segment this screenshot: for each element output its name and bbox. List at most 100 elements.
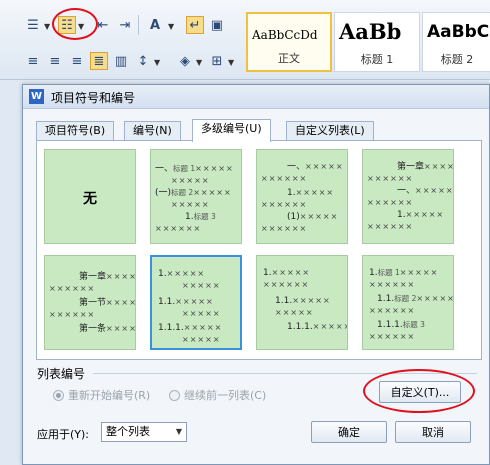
placeholder-marks: ××××××: [369, 306, 416, 315]
increase-indent-icon[interactable]: ⇥: [116, 16, 134, 34]
level-2-number: 第一节: [79, 298, 107, 308]
list-style-chinese-arabic[interactable]: 一、××××× ×××××× 1.××××× ×××××× (1)××××× ×…: [256, 149, 348, 244]
apply-to-select[interactable]: 整个列表 ▼: [101, 422, 187, 442]
dialog-title: 项目符号和编号: [51, 91, 136, 105]
list-style-heading-chinese[interactable]: 一、标题 1××××× ××××× (一)标题 2××××× ××××× 1.标…: [150, 149, 242, 244]
radio-indicator: [169, 389, 180, 401]
level-1-heading: 标题 1: [173, 164, 196, 173]
placeholder-marks: ×××××: [405, 210, 445, 219]
placeholder-marks: ×××××: [106, 324, 135, 333]
list-style-indented-outline[interactable]: 1.××××× ×××××× 1.1.××××× ××××× 1.1.1.×××…: [256, 255, 348, 350]
level-2-number: 1.1.: [377, 294, 395, 304]
placeholder-marks: ×××××: [292, 296, 331, 305]
chevron-down-icon[interactable]: ▼: [196, 58, 202, 67]
placeholder-marks: ×××××: [399, 268, 439, 277]
level-2-heading: 标题 2: [171, 188, 194, 197]
justify-icon[interactable]: ≣: [90, 52, 108, 70]
shading-icon[interactable]: ◈: [176, 52, 194, 70]
level-2-number: 1.1.: [158, 297, 176, 307]
placeholder-marks: ××××××: [261, 174, 308, 183]
bullets-numbering-dialog: W 项目符号和编号 项目符号(B) 编号(N) 多级编号(U) 自定义列表(L)…: [22, 84, 490, 465]
placeholder-marks: ×××××: [171, 200, 210, 209]
chevron-down-icon[interactable]: ▼: [228, 58, 234, 67]
list-style-legal-outline-selected[interactable]: 1.××××× ××××× 1.1.××××× ××××× 1.1.1.××××…: [150, 255, 242, 350]
placeholder-marks: ×××××: [106, 272, 135, 281]
placeholder-marks: ××××××: [367, 174, 414, 183]
list-style-none[interactable]: 无: [44, 149, 136, 244]
character-scale-icon[interactable]: A: [146, 16, 164, 34]
level-3-number: 1.1.1.: [377, 320, 403, 330]
placeholder-marks: ×××××: [299, 212, 339, 221]
level-3-number: 1.: [397, 210, 406, 220]
chevron-down-icon[interactable]: ▼: [44, 22, 50, 31]
placeholder-marks: ××××××: [261, 224, 308, 233]
level-1-number: 第一章: [79, 272, 107, 282]
align-right-icon[interactable]: ≡: [68, 52, 86, 70]
style-heading-1[interactable]: AaBb 标题 1: [334, 12, 420, 72]
tab-bullets[interactable]: 项目符号(B): [36, 121, 115, 141]
placeholder-marks: ×××××: [415, 186, 454, 195]
list-numbering-label: 列表编号: [37, 367, 86, 381]
ok-button[interactable]: 确定: [311, 421, 387, 443]
placeholder-marks: ×××××: [195, 164, 234, 173]
style-sample: AaBbC: [427, 22, 490, 42]
chevron-down-icon[interactable]: ▼: [168, 22, 174, 31]
placeholder-marks: ×××××: [183, 323, 223, 332]
placeholder-marks: ××××××: [49, 284, 96, 293]
list-style-chapter-section[interactable]: 第一章××××× ×××××× 第一节××××× ×××××× 第一条×××××: [44, 255, 136, 350]
dialog-titlebar: W 项目符号和编号: [23, 85, 489, 109]
chevron-down-icon[interactable]: ▼: [154, 58, 160, 67]
level-1-number: 1.: [369, 268, 378, 278]
placeholder-marks: ×××××: [305, 162, 344, 171]
level-1-number: 一、: [287, 162, 306, 172]
restart-numbering-label: 重新开始编号(R): [68, 389, 151, 402]
placeholder-marks: ×××××: [171, 176, 210, 185]
level-3-number: 1.1.1.: [158, 323, 184, 333]
bullet-list-icon[interactable]: ☰: [24, 16, 42, 34]
wps-writer-icon: W: [29, 89, 44, 104]
placeholder-marks: ×××××: [193, 188, 232, 197]
tab-custom-list[interactable]: 自定义列表(L): [286, 121, 374, 141]
level-3-number: 1.: [185, 212, 194, 222]
placeholder-marks: ××××××: [369, 332, 416, 341]
apply-to-label: 应用于(Y):: [37, 428, 90, 441]
cancel-button[interactable]: 取消: [395, 421, 471, 443]
level-2-number: 1.1.: [275, 296, 293, 306]
level-1-number: 1.: [158, 269, 167, 279]
placeholder-marks: ×××××: [271, 268, 311, 277]
style-sample: AaBb: [339, 19, 402, 44]
style-heading-2[interactable]: AaBbC 标题 2: [422, 12, 490, 72]
placeholder-marks: ××××××: [261, 200, 308, 209]
placeholder-marks: ×××××: [182, 281, 221, 290]
borders-icon[interactable]: ⊞: [208, 52, 226, 70]
paragraph-mark-icon[interactable]: ↵: [186, 16, 204, 34]
style-gallery: AaBbCcDd 正文 AaBb 标题 1 AaBbC 标题 2: [246, 12, 490, 74]
tab-multilevel[interactable]: 多级编号(U): [192, 119, 271, 142]
level-2-number: (一): [155, 188, 172, 198]
multilevel-gallery: 无 一、标题 1××××× ××××× (一)标题 2××××× ××××× 1…: [36, 140, 482, 360]
placeholder-marks: ×××××: [416, 294, 454, 303]
placeholder-marks: ××××××: [155, 224, 202, 233]
placeholder-marks: ××××××: [367, 198, 414, 207]
distributed-align-icon[interactable]: ▥: [112, 52, 130, 70]
placeholder-marks: ×××××: [295, 188, 335, 197]
level-1-number: 第一章: [397, 162, 425, 172]
list-style-chapter[interactable]: 第一章××××× ×××××× 一、××××× ×××××× 1.××××× ×…: [362, 149, 454, 244]
list-style-heading-outline[interactable]: 1.标题 1××××× ×××××× 1.1.标题 2××××× ×××××× …: [362, 255, 454, 350]
placeholder-marks: ×××××: [106, 298, 135, 307]
level-3-heading: 标题 3: [402, 320, 425, 329]
align-center-icon[interactable]: ≡: [46, 52, 64, 70]
page-border-icon[interactable]: ▣: [208, 16, 226, 34]
placeholder-marks: ×××××: [312, 322, 348, 331]
line-spacing-icon[interactable]: ↕: [134, 52, 152, 70]
restart-numbering-radio[interactable]: 重新开始编号(R): [53, 387, 150, 403]
style-name: 标题 2: [440, 53, 474, 66]
placeholder-marks: ××××××: [367, 222, 414, 231]
continue-list-radio[interactable]: 继续前一列表(C): [169, 387, 266, 403]
style-name: 正文: [278, 52, 300, 65]
style-normal[interactable]: AaBbCcDd 正文: [246, 12, 332, 72]
placeholder-marks: ×××××: [182, 335, 221, 344]
align-left-icon[interactable]: ≡: [24, 52, 42, 70]
tab-numbering[interactable]: 编号(N): [124, 121, 181, 141]
chevron-down-icon: ▼: [175, 427, 182, 436]
